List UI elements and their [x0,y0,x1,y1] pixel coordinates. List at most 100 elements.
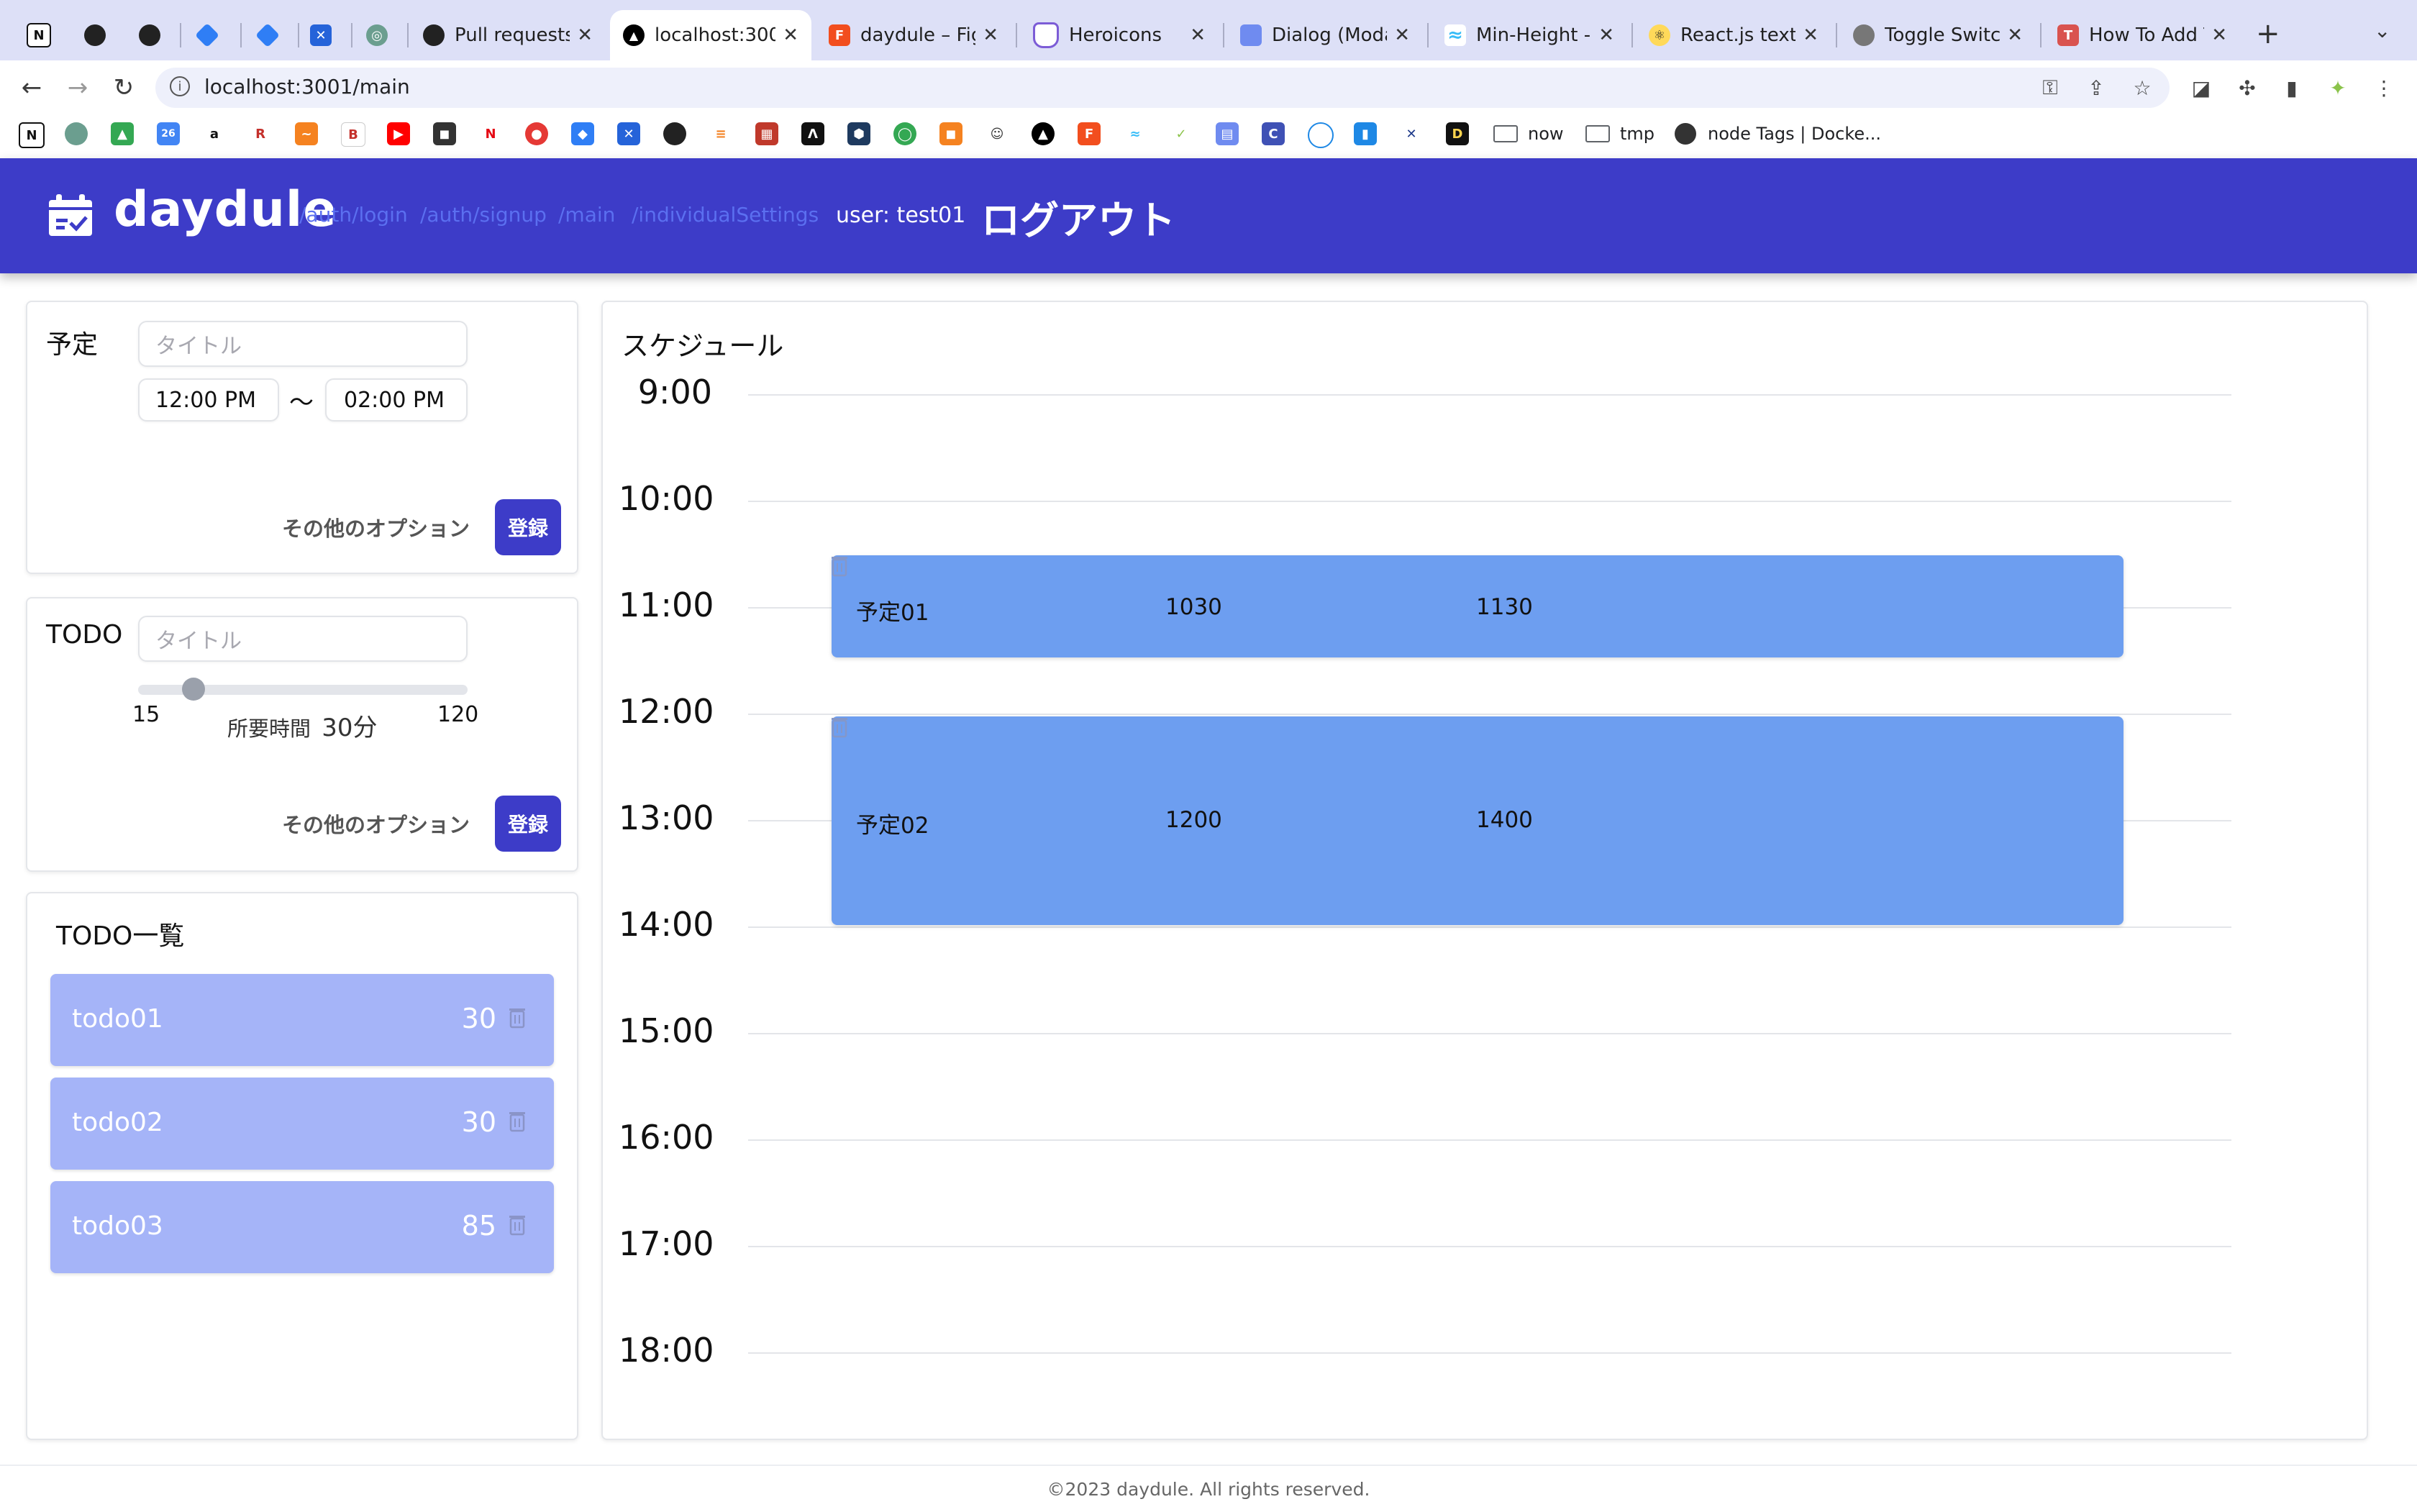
tab-pull-requests[interactable]: Pull requests ✕ [410,10,606,60]
todo-item[interactable]: todo03 85 [50,1181,554,1273]
extension-green-icon[interactable]: ✦ [2323,73,2352,102]
pinned-tab-chatgpt[interactable]: ◎ [354,10,400,60]
bookmark-node-tags[interactable]: node Tags | Docke... [1675,122,1881,145]
bookmark-rakuten-icon[interactable]: R [249,122,272,145]
pinned-tab-jira-2[interactable] [245,10,291,60]
pinned-tab-github-2[interactable] [127,10,173,60]
tab-localhost[interactable]: ▲ localhost:3001/main ✕ [610,10,811,60]
bookmark-folder-now[interactable]: now [1493,122,1564,145]
close-icon[interactable]: ✕ [1803,24,1819,46]
nav-link-individual-settings[interactable]: /individualSettings [632,203,819,227]
bookmark-netflix-icon[interactable]: N [479,122,502,145]
pinned-tab-notion[interactable]: N [16,10,62,60]
bookmark-jira-icon[interactable]: ◆ [571,122,594,145]
extensions-puzzle-icon[interactable]: ✣ [2233,73,2262,102]
schedule-event[interactable]: 予定01 1030 1130 [832,555,2124,657]
bookmark-stack-icon[interactable]: ≡ [709,122,732,145]
schedule-event[interactable]: 予定02 1200 1400 [832,716,2124,925]
schedule-more-options-link[interactable]: その他のオプション [282,512,470,542]
tab-min-height[interactable]: ≈ Min-Height - Tailwind ✕ [1431,10,1627,60]
bookmark-green-icon[interactable]: ◯ [893,122,916,145]
bookmark-hex-icon[interactable]: ⬢ [847,122,870,145]
todo-item[interactable]: todo01 30 [50,974,554,1066]
todo-title-input[interactable]: タイトル [138,616,468,662]
tab-react-textarea[interactable]: ⚛ React.js textarea ✕ [1636,10,1831,60]
bookmark-youtube-icon[interactable]: ▶ [387,122,410,145]
extension-send-icon[interactable]: ◪ [2187,73,2216,102]
reload-icon[interactable]: ↻ [108,72,140,104]
bookmark-cat-icon[interactable]: ☺ [986,122,1009,145]
schedule-register-button[interactable]: 登録 [495,499,561,555]
bookmark-tailwind-icon[interactable]: ≈ [1124,122,1147,145]
bookmark-d-icon[interactable]: D [1446,122,1469,145]
duration-slider-thumb[interactable] [181,678,205,701]
close-icon[interactable]: ✕ [1394,24,1410,46]
bookmark-calendar-icon[interactable]: 26 [157,122,180,145]
bookmark-book-icon[interactable]: ▮ [1354,122,1377,145]
nav-link-signup[interactable]: /auth/signup [420,203,547,227]
tab-search-chevron-icon[interactable]: ⌄ [2374,19,2390,42]
trash-icon[interactable] [509,1214,525,1236]
site-info-icon[interactable]: i [170,76,190,96]
logout-button[interactable]: ログアウト [981,188,1175,245]
bookmark-atcoder-icon[interactable]: Λ [801,122,824,145]
address-bar[interactable] [155,68,2170,108]
side-panel-icon[interactable]: ▮ [2277,73,2306,102]
start-time-input[interactable]: 12:00 PM [138,378,279,422]
end-time-input[interactable]: 02:00 PM [325,378,468,422]
bookmark-github-icon[interactable] [663,122,686,145]
bookmark-confluence-icon[interactable]: ✕ [617,122,640,145]
browser-menu-icon[interactable]: ⋮ [2370,73,2398,102]
bookmark-orange-icon[interactable]: ~ [295,122,318,145]
password-key-icon[interactable]: ⚿ [2036,73,2065,102]
bookmark-box-icon[interactable]: ◼ [939,122,962,145]
tab-dialog[interactable]: Dialog (Modal) ✕ [1227,10,1423,60]
bookmark-bird-icon[interactable]: ✓ [1170,122,1193,145]
bookmark-folder-tmp[interactable]: tmp [1585,122,1654,145]
bookmark-c-icon[interactable]: C [1262,122,1285,145]
bookmark-figma-icon[interactable]: F [1078,122,1101,145]
new-tab-plus-icon[interactable]: + [2256,17,2280,50]
bookmark-red-icon[interactable]: ▦ [755,122,778,145]
close-icon[interactable]: ✕ [1598,24,1614,46]
nav-link-login[interactable]: /auth/login [299,203,408,227]
tab-figma[interactable]: F daydule – Figma ✕ [816,10,1011,60]
trash-icon[interactable] [832,555,847,577]
bookmark-vercel-icon[interactable]: ▲ [1032,122,1055,145]
close-icon[interactable]: ✕ [983,24,998,46]
close-icon[interactable]: ✕ [1190,24,1206,46]
tab-toggle-switch[interactable]: Toggle Switch ✕ [1840,10,2036,60]
bookmark-b-icon[interactable]: B [341,122,365,147]
todo-item[interactable]: todo02 30 [50,1078,554,1170]
url-text[interactable]: localhost:3001/main [204,75,410,99]
todo-register-button[interactable]: 登録 [495,796,561,852]
tab-heroicons[interactable]: Heroicons ✕ [1020,10,1219,60]
close-icon[interactable]: ✕ [783,24,798,46]
tab-tooltip[interactable]: T How To Add Tooltip ✕ [2044,10,2240,60]
nav-link-main[interactable]: /main [558,203,615,227]
forward-arrow-icon[interactable]: → [62,72,94,104]
bookmark-shield-icon[interactable]: ◼ [433,122,456,145]
todo-more-options-link[interactable]: その他のオプション [282,809,470,839]
pinned-tab-github[interactable] [72,10,118,60]
bookmark-record-icon[interactable]: ● [525,122,548,145]
close-icon[interactable]: ✕ [577,24,593,46]
bookmark-amazon-icon[interactable]: a [203,122,226,145]
close-icon[interactable]: ✕ [2211,24,2227,46]
bookmark-notion-icon[interactable]: N [19,122,45,148]
close-icon[interactable]: ✕ [2007,24,2023,46]
pinned-tab-jira[interactable] [184,10,230,60]
bookmark-ring-icon[interactable] [1308,122,1334,148]
trash-icon[interactable] [509,1007,525,1029]
bookmark-star-icon[interactable]: ☆ [2128,73,2157,102]
schedule-title-input[interactable]: タイトル [138,321,468,367]
bookmark-drive-icon[interactable]: ▲ [111,122,134,145]
trash-icon[interactable] [832,716,847,738]
pinned-tab-confluence[interactable]: ✕ [298,10,344,60]
bookmark-chatgpt-icon[interactable] [65,122,88,145]
bookmark-blue-icon[interactable]: ▤ [1216,122,1239,145]
bookmark-x-icon[interactable]: ✕ [1400,122,1423,145]
back-arrow-icon[interactable]: ← [16,72,47,104]
trash-icon[interactable] [509,1111,525,1132]
share-icon[interactable]: ⇪ [2082,73,2111,102]
